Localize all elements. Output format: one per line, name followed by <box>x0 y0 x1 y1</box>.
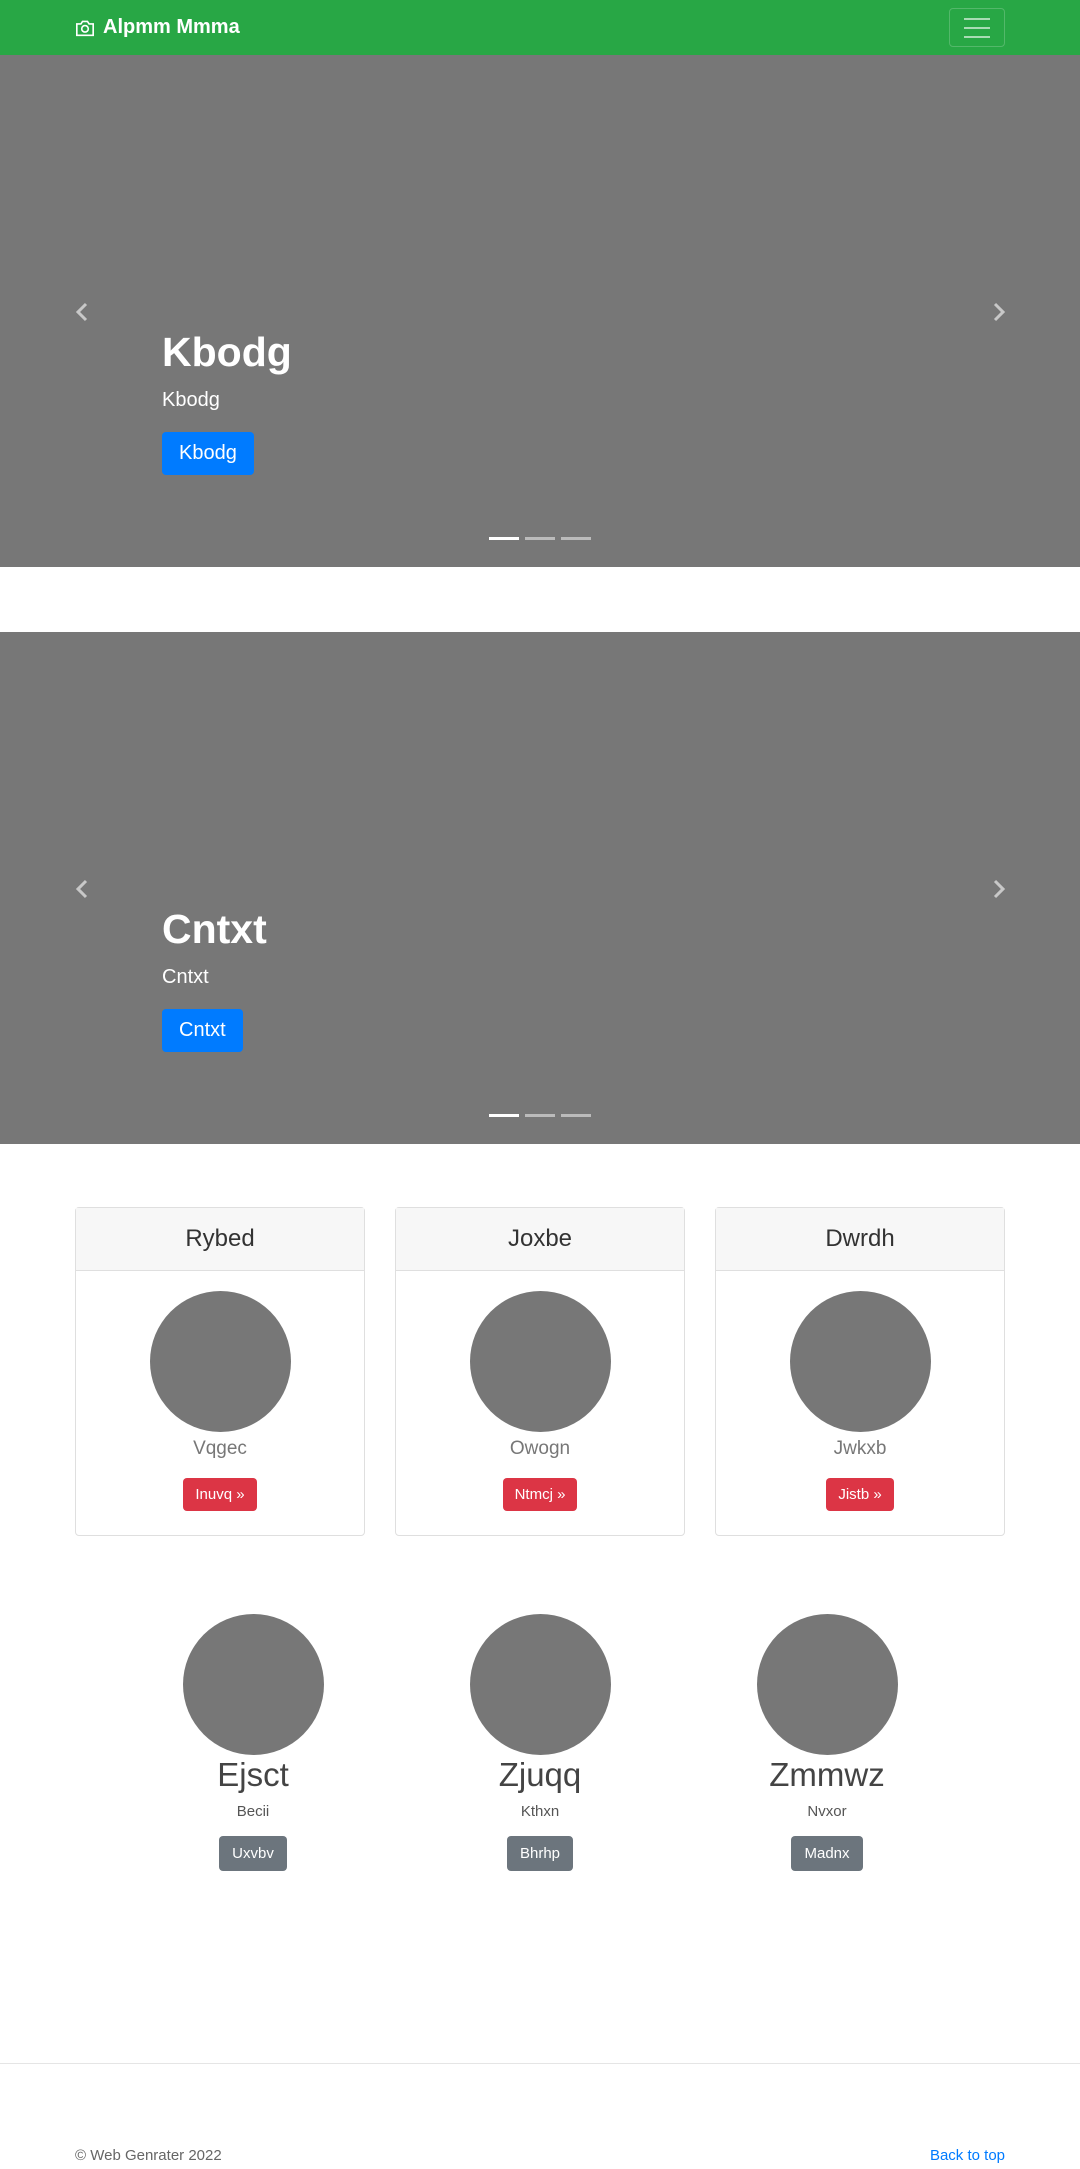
feature-title: Zjuqq <box>498 1756 582 1793</box>
card-button[interactable]: Jistb » <box>826 1478 894 1511</box>
card-button[interactable]: Inuvq » <box>183 1478 257 1511</box>
carousel-next-button[interactable] <box>987 877 1011 901</box>
carousel-indicators <box>489 537 591 540</box>
copyright-text: © Web Genrater 2022 <box>75 2147 222 2164</box>
carousel-indicator[interactable] <box>561 537 591 540</box>
placeholder-image <box>469 1614 611 1755</box>
card-header: Dwrdh <box>716 1208 1004 1271</box>
brand-link[interactable]: Alpmm Mmma <box>75 0 240 55</box>
carousel-title: Cntxt <box>162 906 267 952</box>
carousel-indicator[interactable] <box>525 537 555 540</box>
feature-text: Nvxor <box>807 1803 847 1820</box>
feature-title: Ejsct <box>217 1756 289 1793</box>
feature-button[interactable]: Uxvbv <box>219 1836 287 1871</box>
footer-divider <box>0 2063 1080 2064</box>
carousel-indicator[interactable] <box>489 1114 519 1117</box>
feature-column: Zmmwz Nvxor Madnx <box>717 1614 937 1871</box>
card-button[interactable]: Ntmcj » <box>502 1478 578 1511</box>
feature-text: Becii <box>236 1803 270 1820</box>
feature-button[interactable]: Madnx <box>791 1836 863 1871</box>
placeholder-image <box>756 1614 898 1755</box>
carousel-prev-button[interactable] <box>70 300 94 324</box>
feature-column: Ejsct Becii Uxvbv <box>143 1614 363 1871</box>
chevron-right-icon <box>993 879 1006 899</box>
carousel-cta-button[interactable]: Kbodg <box>162 432 254 476</box>
carousel-title: Kbodg <box>162 329 292 375</box>
feature-column: Zjuqq Kthxn Bhrhp <box>430 1614 650 1871</box>
carousel-caption: Kbodg Kbodg Kbodg <box>162 328 292 476</box>
card-body: Vqgec Inuvq » <box>76 1291 364 1511</box>
card-subtitle: Owogn <box>509 1438 571 1459</box>
card: Joxbe Owogn Ntmcj » <box>395 1207 685 1536</box>
hero-carousel-2: Cntxt Cntxt Cntxt <box>0 632 1080 1144</box>
chevron-right-icon <box>993 302 1006 322</box>
brand-name: Alpmm Mmma <box>103 16 240 38</box>
card-header: Joxbe <box>396 1208 684 1271</box>
hero-carousel-1: Kbodg Kbodg Kbodg <box>0 55 1080 567</box>
card-body: Jwkxb Jistb » <box>716 1291 1004 1511</box>
card: Rybed Vqgec Inuvq » <box>75 1207 365 1536</box>
carousel-prev-button[interactable] <box>70 877 94 901</box>
feature-title: Zmmwz <box>769 1756 885 1793</box>
card-subtitle: Jwkxb <box>833 1438 887 1459</box>
hamburger-menu-icon <box>964 17 990 20</box>
carousel-subtitle: Kbodg <box>162 389 220 412</box>
hamburger-menu-icon <box>964 26 990 29</box>
chevron-left-icon <box>75 302 88 322</box>
placeholder-image <box>469 1291 611 1432</box>
card-subtitle: Vqgec <box>193 1438 247 1459</box>
carousel-caption: Cntxt Cntxt Cntxt <box>162 905 267 1053</box>
card-header: Rybed <box>76 1208 364 1271</box>
hamburger-menu-icon <box>964 35 990 38</box>
card-body: Owogn Ntmcj » <box>396 1291 684 1511</box>
carousel-indicator[interactable] <box>489 537 519 540</box>
placeholder-image <box>789 1291 931 1432</box>
feature-button[interactable]: Bhrhp <box>506 1836 574 1871</box>
camera-icon <box>76 20 94 36</box>
placeholder-image <box>149 1291 291 1432</box>
feature-text: Kthxn <box>520 1803 560 1820</box>
carousel-next-button[interactable] <box>987 300 1011 324</box>
carousel-indicator[interactable] <box>561 1114 591 1117</box>
carousel-indicators <box>489 1114 591 1117</box>
chevron-left-icon <box>75 879 88 899</box>
back-to-top-link[interactable]: Back to top <box>930 2147 1005 2164</box>
carousel-cta-button[interactable]: Cntxt <box>162 1009 243 1053</box>
carousel-subtitle: Cntxt <box>162 966 209 989</box>
placeholder-image <box>182 1614 324 1755</box>
card: Dwrdh Jwkxb Jistb » <box>715 1207 1005 1536</box>
navbar: Alpmm Mmma <box>0 0 1080 55</box>
carousel-indicator[interactable] <box>525 1114 555 1117</box>
navbar-toggler-button[interactable] <box>949 8 1005 47</box>
